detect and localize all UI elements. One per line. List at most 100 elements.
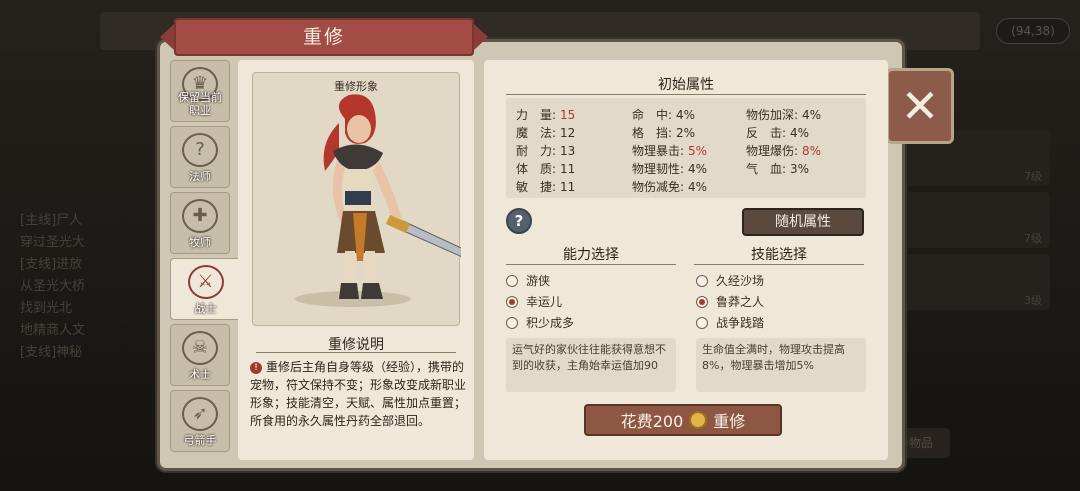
option-label: 战争践踏: [716, 316, 765, 330]
attr-name: 反 击:: [746, 126, 787, 140]
tab-label: 保留当前职业: [178, 91, 222, 117]
reclass-cost-button[interactable]: 花费200 重修: [584, 404, 782, 436]
attr-value: 12: [560, 126, 576, 140]
close-button[interactable]: ✕: [886, 68, 954, 144]
radio-button[interactable]: [506, 274, 518, 287]
divider: [256, 352, 456, 353]
attr-hp: 气 血: 3%: [746, 160, 809, 177]
attr-value: 2%: [676, 126, 696, 140]
portrait-title: 重修形象: [334, 80, 378, 93]
attr-name: 物理暴击:: [632, 144, 685, 158]
attributes-title: 初始属性: [658, 77, 714, 93]
attr-phys-reduction: 物伤减免: 4%: [632, 178, 707, 195]
divider: [506, 264, 676, 265]
skill-option-warstomp[interactable]: 战争践踏: [696, 314, 764, 331]
attr-phys-toughness: 物理韧性: 4%: [632, 160, 707, 177]
attr-magic: 魔 法: 12: [516, 124, 575, 141]
attr-value: 15: [560, 108, 576, 122]
dialog-title: 重修: [302, 26, 345, 48]
attr-name: 物伤减免:: [632, 180, 685, 194]
attr-value: 11: [560, 162, 576, 176]
divider: [506, 94, 866, 95]
ability-option-accumulate[interactable]: 积少成多: [506, 314, 574, 331]
attr-value: 3%: [790, 162, 810, 176]
priest-icon: ✚: [182, 199, 218, 233]
radio-button[interactable]: [696, 316, 708, 329]
tab-warlock[interactable]: ☠ 术士: [170, 324, 230, 386]
option-label: 积少成多: [526, 316, 575, 330]
tab-label: 术士: [189, 368, 211, 381]
attr-name: 物伤加深:: [746, 108, 799, 122]
skill-option-veteran[interactable]: 久经沙场: [696, 272, 764, 289]
divider: [694, 264, 864, 265]
skill-title: 技能选择: [751, 247, 807, 263]
attr-name: 魔 法:: [516, 126, 557, 140]
attr-value: 4%: [676, 108, 696, 122]
skill-option-reckless[interactable]: 鲁莽之人: [696, 293, 764, 310]
warrior-icon: ⚔: [187, 265, 224, 299]
attr-name: 力 量:: [516, 108, 557, 122]
attr-value: 4%: [802, 108, 822, 122]
cost-action-label: 重修: [713, 412, 746, 431]
attr-name: 命 中:: [632, 108, 673, 122]
attr-hit: 命 中: 4%: [632, 106, 695, 123]
tab-warrior[interactable]: ⚔ 战士: [170, 258, 240, 320]
option-label: 久经沙场: [716, 274, 765, 288]
attr-value: 8%: [802, 144, 822, 158]
attr-name: 体 质:: [516, 162, 557, 176]
attr-block: 格 挡: 2%: [632, 124, 695, 141]
option-label: 幸运儿: [526, 295, 563, 309]
attr-name: 耐 力:: [516, 144, 557, 158]
radio-button[interactable]: [506, 295, 518, 308]
attr-stamina: 耐 力: 13: [516, 142, 575, 159]
tab-keep-current-class[interactable]: ♛ 保留当前职业: [170, 60, 230, 122]
attr-name: 物理爆伤:: [746, 144, 799, 158]
description-body: 重修后主角自身等级（经验），携带的宠物，符文保持不变；形象改变成新职业形象；技能…: [250, 360, 467, 428]
option-label: 游侠: [526, 274, 551, 288]
gold-coin-icon: [689, 411, 708, 429]
tab-label: 弓箭手: [183, 434, 217, 447]
attr-value: 4%: [688, 162, 708, 176]
attr-name: 敏 捷:: [516, 180, 557, 194]
radio-button[interactable]: [696, 274, 708, 287]
tab-label: 战士: [194, 302, 217, 315]
radio-button[interactable]: [696, 295, 708, 308]
attr-name: 物理韧性:: [632, 162, 685, 176]
radio-button[interactable]: [506, 316, 518, 329]
attr-value: 11: [560, 180, 576, 194]
attr-value: 13: [560, 144, 576, 158]
tab-archer[interactable]: ➶ 弓箭手: [170, 390, 230, 452]
description-title: 重修说明: [328, 337, 384, 353]
tab-label: 法师: [189, 170, 211, 183]
attr-value: 4%: [790, 126, 810, 140]
class-tab-list: ♛ 保留当前职业 ? 法师 ✚ 牧师 ⚔ 战士 ☠ 术士 ➶ 弓箭手: [170, 60, 240, 456]
random-attributes-button[interactable]: 随机属性: [742, 208, 864, 236]
archer-icon: ➶: [182, 397, 218, 431]
warning-icon: !: [250, 362, 262, 374]
description-text: ! 重修后主角自身等级（经验），携带的宠物，符文保持不变；形象改变成新职业形象；技…: [250, 358, 466, 430]
mage-icon: ?: [182, 133, 218, 167]
attr-phys-deepen: 物伤加深: 4%: [746, 106, 821, 123]
attr-phys-crit: 物理暴击: 5%: [632, 142, 707, 159]
attr-constitution: 体 质: 11: [516, 160, 575, 177]
cost-amount: 花费200: [620, 412, 684, 431]
attr-value: 5%: [688, 144, 708, 158]
tab-label: 牧师: [189, 236, 211, 249]
tab-priest[interactable]: ✚ 牧师: [170, 192, 230, 254]
tab-mage[interactable]: ? 法师: [170, 126, 230, 188]
attr-counter: 反 击: 4%: [746, 124, 809, 141]
help-button[interactable]: ?: [506, 208, 532, 234]
attr-strength: 力 量: 15: [516, 106, 575, 123]
option-label: 鲁莽之人: [716, 295, 765, 309]
warlock-icon: ☠: [182, 331, 218, 365]
warrior-portrait-image: [295, 94, 490, 307]
attr-agility: 敏 捷: 11: [516, 178, 575, 195]
attr-phys-crit-damage: 物理爆伤: 8%: [746, 142, 821, 159]
attr-name: 格 挡:: [632, 126, 673, 140]
attr-value: 4%: [688, 180, 708, 194]
ability-option-ranger[interactable]: 游侠: [506, 272, 550, 289]
ability-option-lucky[interactable]: 幸运儿: [506, 293, 562, 310]
ability-title: 能力选择: [563, 247, 619, 263]
attr-name: 气 血:: [746, 162, 787, 176]
ability-description: 运气好的家伙往往能获得意想不到的收获，主角始幸运值加90: [506, 338, 676, 392]
